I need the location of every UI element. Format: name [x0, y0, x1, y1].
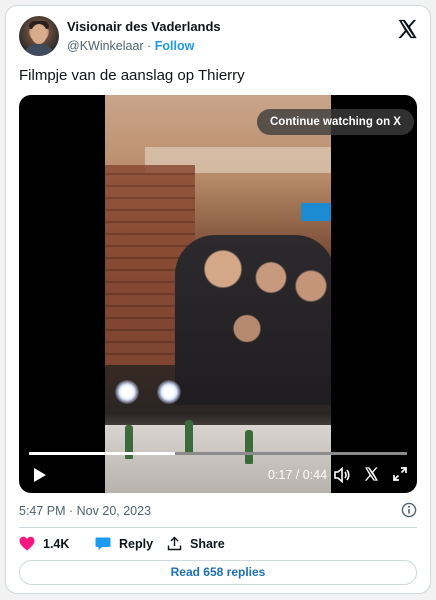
like-button[interactable]: 1.4K [19, 536, 69, 551]
read-replies-button[interactable]: Read 658 replies [19, 560, 417, 585]
video-progress-fill [29, 452, 175, 455]
reply-icon [95, 537, 111, 550]
divider [19, 527, 417, 528]
share-icon [167, 536, 182, 551]
continue-watching-button[interactable]: Continue watching on X [257, 109, 414, 135]
reply-label: Reply [119, 536, 154, 551]
video-progress-bar[interactable] [29, 452, 407, 455]
video-player[interactable]: Continue watching on X 0:17 / 0:44 [19, 95, 417, 493]
video-controls: 0:17 / 0:44 [19, 461, 417, 489]
author-handle-row: @KWinkelaar · Follow [67, 39, 194, 53]
tweet-card: Visionair des Vaderlands @KWinkelaar · F… [5, 5, 431, 594]
tweet-text: Filmpje van de aanslag op Thierry [19, 67, 245, 84]
play-icon[interactable] [33, 467, 47, 483]
tweet-actions: 1.4K Reply Share [19, 531, 417, 559]
reply-button[interactable]: Reply [95, 536, 153, 551]
volume-icon[interactable] [333, 466, 351, 484]
share-label: Share [190, 536, 225, 551]
tweet-timestamp[interactable]: 5:47 PM · Nov 20, 2023 [19, 504, 151, 518]
video-time: 0:17 / 0:44 [268, 468, 328, 482]
x-logo-icon[interactable] [396, 18, 418, 40]
video-frame [105, 95, 331, 493]
follow-button[interactable]: Follow [155, 39, 195, 53]
author-name[interactable]: Visionair des Vaderlands [67, 19, 221, 34]
separator: · [147, 39, 152, 53]
heart-icon [19, 536, 35, 551]
info-icon[interactable] [401, 502, 417, 518]
avatar[interactable] [19, 16, 59, 56]
x-icon[interactable] [363, 466, 379, 482]
share-button[interactable]: Share [167, 536, 225, 551]
author-handle[interactable]: @KWinkelaar [67, 39, 144, 53]
fullscreen-icon[interactable] [392, 466, 408, 482]
likes-count: 1.4K [43, 536, 70, 551]
